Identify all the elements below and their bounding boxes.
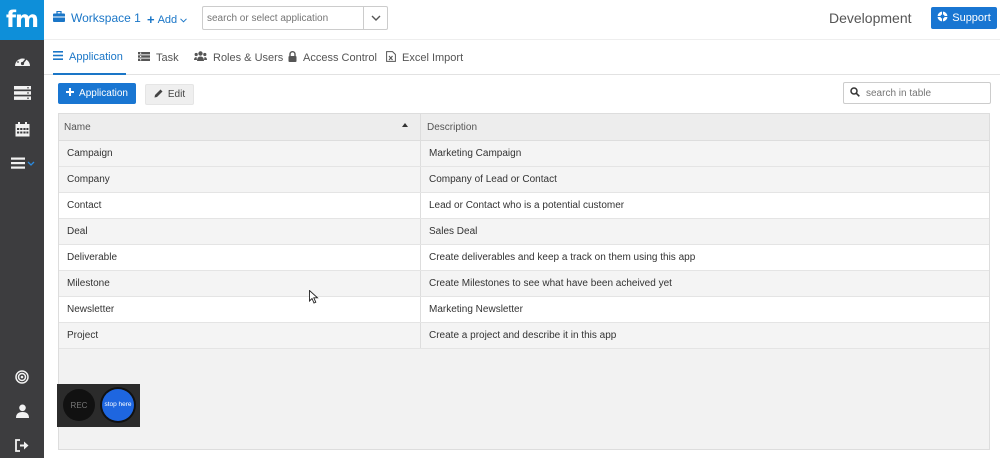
cell-name: Newsletter [59,297,421,322]
add-menu[interactable]: + Add [147,12,188,27]
cell-description: Sales Deal [429,226,478,237]
table-row[interactable]: Campaign Marketing Campaign [59,141,989,167]
tab-roles-users[interactable]: Roles & Users [194,40,283,75]
briefcase-icon [53,10,65,25]
tab-label: Roles & Users [213,51,284,64]
cell-name: Contact [59,193,421,218]
edit-button[interactable]: Edit [145,84,194,105]
edit-label: Edit [167,89,186,100]
cell-name: Company [59,167,421,192]
cell-description: Marketing Campaign [429,148,522,159]
add-application-label: Application [79,88,128,99]
workspace-selector[interactable]: Workspace 1 [53,10,141,25]
record-button[interactable]: REC [63,389,95,421]
tab-label: Application [69,50,123,63]
top-bar: Workspace 1 + Add Development Support [44,0,1000,40]
target-icon[interactable] [0,364,44,390]
tasks-icon [138,51,150,64]
tab-excel-import[interactable]: Excel Import [386,40,463,75]
table-row[interactable]: Contact Lead or Contact who is a potenti… [59,193,989,219]
list-icon [53,50,63,63]
calendar-icon[interactable] [0,116,44,142]
sign-out-icon[interactable] [0,432,44,458]
cell-description: Create a project and describe it in this… [429,330,617,341]
column-header-name[interactable]: Name [59,114,421,141]
globe-icon [937,11,948,25]
cell-description: Marketing Newsletter [429,304,523,315]
dashboard-icon[interactable] [0,47,44,73]
server-icon[interactable] [0,80,44,106]
plus-icon: + [147,12,155,27]
cell-description: Company of Lead or Contact [429,174,557,185]
table-row[interactable]: Deliverable Create deliverables and keep… [59,245,989,271]
add-application-button[interactable]: Application [58,83,136,104]
applications-table: Name Description Campaign Marketing Camp… [58,113,990,450]
table-header: Name Description [59,114,989,141]
lock-icon [288,50,297,65]
users-icon [194,51,207,64]
workspace-name: Workspace 1 [71,11,141,25]
table-row[interactable]: Company Company of Lead or Contact [59,167,989,193]
plus-icon [66,88,75,99]
menu-icon[interactable] [0,150,44,176]
tab-label: Task [156,51,179,64]
logo[interactable]: fm [0,0,44,40]
user-icon[interactable] [0,398,44,424]
tab-label: Excel Import [402,51,464,64]
chevron-down-icon[interactable] [363,7,387,29]
sidebar: fm [0,0,44,458]
table-search[interactable] [843,82,991,104]
search-icon [850,86,860,100]
tab-label: Access Control [303,51,377,64]
excel-file-icon [386,50,396,65]
environment-label: Development [829,10,912,26]
tab-access-control[interactable]: Access Control [288,40,377,75]
application-select[interactable] [202,6,388,30]
mouse-cursor-icon [309,289,319,307]
tab-task[interactable]: Task [138,40,179,75]
column-header-description[interactable]: Description [421,114,989,141]
cell-name: Campaign [59,141,421,166]
table-row[interactable]: Newsletter Marketing Newsletter [59,297,989,323]
cell-name: Project [59,323,421,348]
application-search-input[interactable] [203,7,361,29]
add-label: Add [157,13,178,26]
table-row[interactable]: Milestone Create Milestones to see what … [59,271,989,297]
cell-name: Deal [59,219,421,244]
cell-name: Milestone [59,271,421,296]
cell-name: Deliverable [59,245,421,270]
cell-description: Lead or Contact who is a potential custo… [429,200,625,211]
recorder-widget: REC stop here [57,384,140,427]
stop-recording-button[interactable]: stop here [102,389,134,421]
table-row[interactable]: Project Create a project and describe it… [59,323,989,349]
support-label: Support [952,12,991,24]
cell-description: Create deliverables and keep a track on … [429,252,696,263]
pencil-icon [154,89,163,101]
table-row[interactable]: Deal Sales Deal [59,219,989,245]
tab-application[interactable]: Application [53,40,126,75]
sort-ascending-icon[interactable] [402,123,408,127]
support-button[interactable]: Support [931,7,997,29]
table-search-input[interactable] [866,87,984,99]
tab-bar: Application Task Roles & Users Access Co… [44,40,1000,75]
chevron-down-icon [180,14,188,26]
cell-description: Create Milestones to see what have been … [429,278,672,289]
